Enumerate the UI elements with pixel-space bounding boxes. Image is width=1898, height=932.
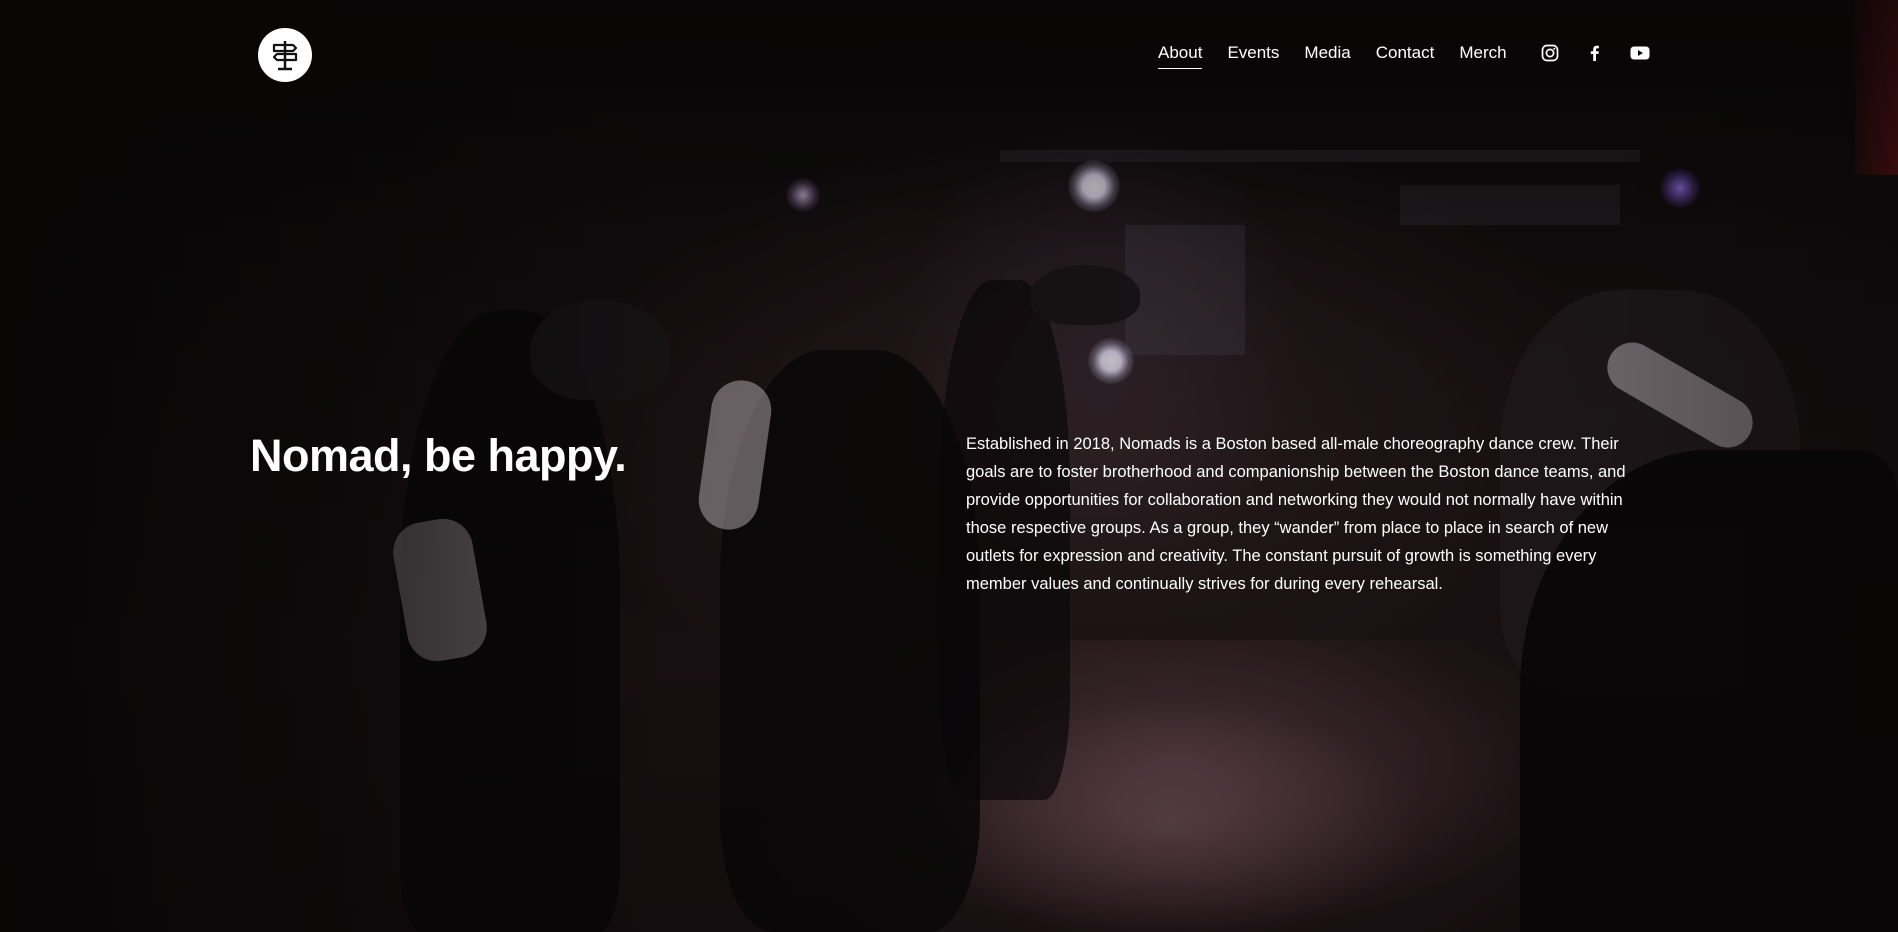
hero-section: About Events Media Contact Merch Nomad, … [0,0,1898,932]
site-header: About Events Media Contact Merch [0,0,1898,110]
facebook-icon [1590,45,1599,61]
main-nav: About Events Media Contact Merch [1158,40,1532,69]
instagram-icon [1541,44,1559,62]
nav-contact[interactable]: Contact [1376,40,1435,66]
signpost-logo-icon [272,41,298,71]
youtube-icon [1630,46,1650,60]
nav-merch[interactable]: Merch [1459,40,1506,66]
nav-events[interactable]: Events [1227,40,1279,66]
youtube-link[interactable] [1629,42,1651,64]
nav-media[interactable]: Media [1304,40,1350,66]
facebook-link[interactable] [1584,42,1606,64]
instagram-link[interactable] [1539,42,1561,64]
page-title: Nomad, be happy. [250,430,627,481]
about-description: Established in 2018, Nomads is a Boston … [966,435,1626,593]
nav-about[interactable]: About [1158,40,1203,69]
site-logo[interactable] [258,28,312,82]
